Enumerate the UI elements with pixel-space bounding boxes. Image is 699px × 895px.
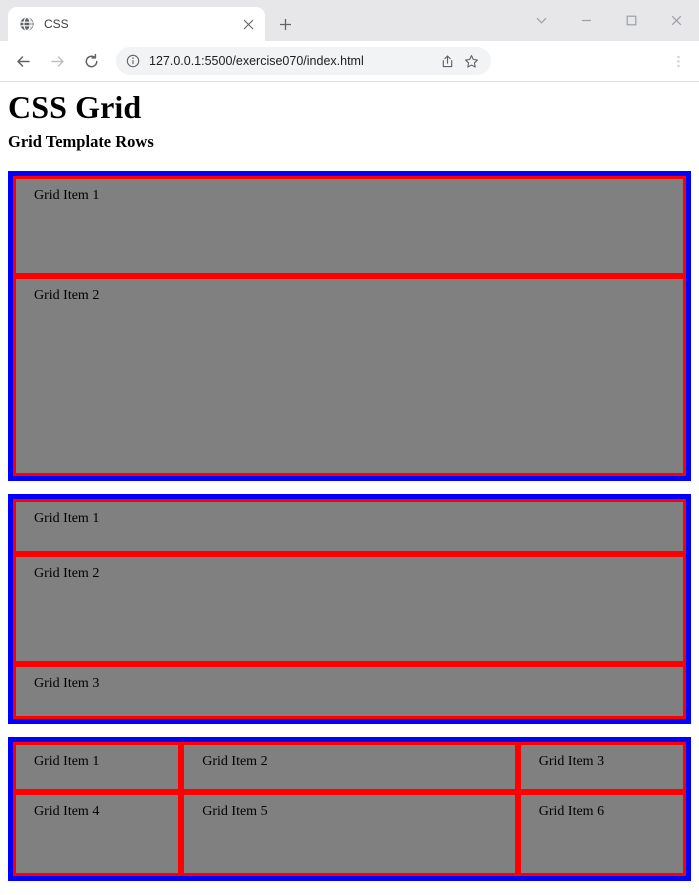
grid-item: Grid Item 1 [13,175,686,276]
grid-item: Grid Item 6 [517,791,686,876]
grid-container-three-columns: Grid Item 1 Grid Item 2 Grid Item 3 Grid… [8,736,691,881]
bookmark-star-icon[interactable] [461,51,481,71]
tab-title: CSS [44,17,69,31]
close-icon[interactable] [240,16,256,32]
address-bar[interactable]: 127.0.0.1:5500/exercise070/index.html [116,47,491,75]
page-body: CSS Grid Grid Template Rows Grid Item 1 … [0,82,699,889]
window-controls [519,0,699,41]
share-icon[interactable] [437,51,457,71]
grid-item: Grid Item 3 [517,741,686,792]
new-tab-button[interactable] [271,10,299,38]
browser-toolbar: 127.0.0.1:5500/exercise070/index.html [0,41,699,82]
grid-item: Grid Item 1 [13,741,182,792]
grid-container-two-rows: Grid Item 1 Grid Item 2 [8,170,691,481]
grid-item: Grid Item 1 [13,498,686,554]
forward-icon[interactable] [42,46,72,76]
browser-menu-icon[interactable] [665,46,691,76]
grid-item: Grid Item 4 [13,791,182,876]
grid-item: Grid Item 2 [13,275,686,476]
browser-tab-css[interactable]: CSS [8,7,265,41]
page-title: CSS Grid [8,89,142,125]
grid-item: Grid Item 5 [181,791,518,876]
back-icon[interactable] [8,46,38,76]
close-window-icon[interactable] [654,0,699,41]
tab-strip: CSS [0,0,699,41]
grid-item: Grid Item 3 [13,663,686,719]
maximize-icon[interactable] [609,0,654,41]
page-viewport: CSS Grid Grid Template Rows Grid Item 1 … [0,82,699,895]
tab-search-icon[interactable] [519,0,564,41]
reload-icon[interactable] [76,46,106,76]
grid-item: Grid Item 2 [181,741,518,792]
globe-icon [19,16,35,32]
grid-container-three-rows: Grid Item 1 Grid Item 2 Grid Item 3 [8,493,691,724]
browser-window: CSS 127.0.0.1:5500/exercise070/index.htm… [0,0,699,895]
page-subtitle: Grid Template Rows [8,131,154,151]
site-info-icon[interactable] [125,53,141,69]
grid-item: Grid Item 2 [13,553,686,664]
minimize-icon[interactable] [564,0,609,41]
url-text: 127.0.0.1:5500/exercise070/index.html [149,54,364,68]
